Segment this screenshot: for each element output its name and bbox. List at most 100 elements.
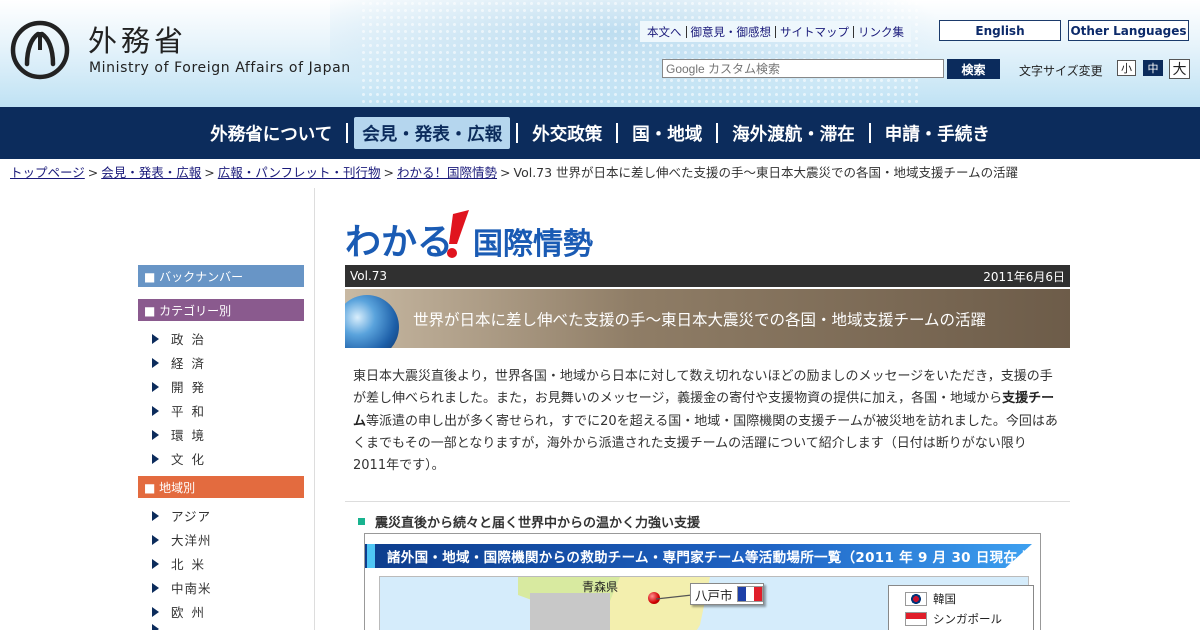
nav-foreign-policy[interactable]: 外交政策: [524, 117, 610, 149]
font-size-small-button[interactable]: 小: [1117, 60, 1136, 76]
breadcrumb: トップページ > 会見・発表・広報 > 広報・パンフレット・刊行物 > わかる！国際情勢 > V…: [10, 162, 1018, 181]
content-divider: [345, 501, 1070, 502]
link-feedback[interactable]: 御意見・御感想: [687, 24, 776, 40]
mofa-emblem-icon[interactable]: [10, 20, 70, 80]
figure-banner-accent: [367, 544, 375, 568]
font-size-label: 文字サイズ変更: [1019, 64, 1103, 78]
triangle-right-icon: [152, 624, 159, 630]
sidebar-item-label: 北米: [171, 557, 213, 572]
triangle-right-icon: [152, 582, 159, 593]
sidebar-item-label: 中南米: [171, 581, 212, 596]
breadcrumb-separator: >: [204, 165, 215, 180]
breadcrumb-wakaru[interactable]: わかる！国際情勢: [397, 165, 497, 180]
font-size-medium-button[interactable]: 中: [1143, 60, 1163, 76]
support-map-figure[interactable]: 諸外国・地域・国際機関からの救助チーム・専門家チーム等活動場所一覧（2011 年…: [364, 533, 1041, 630]
nav-countries-regions[interactable]: 国・地域: [624, 117, 710, 149]
triangle-right-icon: [152, 357, 159, 368]
france-flag-icon: [736, 586, 763, 602]
sidebar-item-label: 政治: [171, 332, 213, 347]
breadcrumb-publications[interactable]: 広報・パンフレット・刊行物: [218, 165, 381, 180]
sidebar-item-environment[interactable]: 環境: [152, 425, 212, 444]
nav-procedures[interactable]: 申請・手続き: [877, 117, 998, 149]
bullet-square-icon: [358, 518, 365, 525]
japan-map: 青森県 八戸市 韓国 シンガポール: [379, 576, 1034, 630]
nav-separator: [716, 123, 719, 143]
series-title-part1: わかる: [345, 221, 453, 260]
search-button[interactable]: 検索: [947, 59, 1000, 79]
sidebar-item-asia[interactable]: アジア: [152, 506, 211, 525]
triangle-right-icon: [152, 453, 159, 464]
sidebar-item-politics[interactable]: 政治: [152, 329, 212, 348]
english-button[interactable]: English: [939, 20, 1061, 41]
sidebar-item-culture[interactable]: 文化: [152, 449, 212, 468]
sidebar-item-label: 文化: [171, 452, 213, 467]
nav-separator: [516, 123, 519, 143]
site-header: 外務省 Ministry of Foreign Affairs of Japan…: [0, 0, 1200, 107]
singapore-flag-icon: [905, 612, 927, 626]
global-nav: 外務省について 会見・発表・広報 外交政策 国・地域 海外渡航・滞在 申請・手続…: [0, 107, 1200, 159]
intro-text-1: 東日本大震災直後より，世界各国・地域から日本に対して数え切れないほどの励ましのメ…: [353, 369, 1053, 407]
korea-flag-icon: [905, 592, 927, 606]
publish-date: 2011年6月6日: [983, 269, 1065, 284]
breadcrumb-press[interactable]: 会見・発表・広報: [101, 165, 201, 180]
nav-travel-stay[interactable]: 海外渡航・滞在: [724, 117, 863, 149]
sidebar-item-economy[interactable]: 経済: [152, 353, 212, 372]
triangle-right-icon: [152, 558, 159, 569]
breadcrumb-current: Vol.73 世界が日本に差し伸べた支援の手～東日本大震災での各国・地域支援チー…: [513, 165, 1019, 180]
header-world-map: [360, 0, 920, 107]
map-city-name: 八戸市: [695, 587, 733, 603]
intro-text-2: 等派遣の申し出が多く寄せられ，すでに20を超える国・地域・国際機関の支援チームが…: [353, 413, 1058, 474]
map-land-grey: [530, 593, 610, 630]
sidebar-item-latin-america[interactable]: 中南米: [152, 578, 212, 597]
sidebar-back-number[interactable]: ■ バックナンバー: [138, 265, 304, 287]
triangle-right-icon: [152, 405, 159, 416]
triangle-right-icon: [152, 429, 159, 440]
article-title: 世界が日本に差し伸べた支援の手～東日本大震災での各国・地域支援チームの活躍: [413, 310, 987, 329]
sidebar-item-label: 開発: [171, 380, 213, 395]
other-languages-button[interactable]: Other Languages: [1068, 20, 1189, 41]
section-heading: 震災直後から続々と届く世界中からの温かく力強い支援: [358, 512, 700, 531]
link-sitemap[interactable]: サイトマップ: [776, 24, 853, 40]
legend-row: 韓国: [905, 591, 956, 607]
exclamation-icon: [449, 210, 469, 244]
legend-label: 韓国: [933, 592, 956, 606]
volume-bar: Vol.73 2011年6月6日: [345, 265, 1070, 287]
sidebar-item-north-america[interactable]: 北米: [152, 554, 212, 573]
font-size-large-button[interactable]: 大: [1169, 59, 1190, 79]
breadcrumb-separator: >: [383, 165, 394, 180]
nav-separator: [346, 123, 349, 143]
sidebar-item-development[interactable]: 開発: [152, 377, 212, 396]
sidebar-item-partial[interactable]: [152, 624, 171, 630]
series-title-part2: 国際情勢: [473, 228, 593, 260]
search-input[interactable]: [662, 59, 944, 78]
sidebar-item-label: 経済: [171, 356, 213, 371]
triangle-right-icon: [152, 510, 159, 521]
sidebar-region-heading: ■ 地域別: [138, 476, 304, 498]
sidebar-divider: [314, 188, 315, 630]
nav-separator: [616, 123, 619, 143]
triangle-right-icon: [152, 606, 159, 617]
nav-separator: [868, 123, 871, 143]
article-banner: 世界が日本に差し伸べた支援の手～東日本大震災での各国・地域支援チームの活躍: [345, 289, 1070, 348]
wakaru-series-logo: わかる 国際情勢: [345, 210, 593, 260]
triangle-right-icon: [152, 333, 159, 344]
logo-english[interactable]: Ministry of Foreign Affairs of Japan: [89, 60, 351, 76]
logo-japanese[interactable]: 外務省: [88, 18, 187, 60]
sidebar-item-label: アジア: [171, 509, 212, 524]
nav-about-mofa[interactable]: 外務省について: [202, 117, 340, 149]
breadcrumb-top[interactable]: トップページ: [10, 165, 85, 180]
sidebar-item-peace[interactable]: 平和: [152, 401, 212, 420]
triangle-right-icon: [152, 534, 159, 545]
triangle-right-icon: [152, 381, 159, 392]
intro-paragraph: 東日本大震災直後より，世界各国・地域から日本に対して数え切れないほどの励ましのメ…: [353, 366, 1058, 477]
sidebar-item-europe[interactable]: 欧州: [152, 602, 212, 621]
breadcrumb-separator: >: [87, 165, 99, 180]
nav-press[interactable]: 会見・発表・広報: [354, 117, 511, 149]
map-city-label: 八戸市: [690, 583, 764, 605]
link-main-content[interactable]: 本文へ: [643, 24, 686, 40]
breadcrumb-separator: >: [500, 165, 511, 180]
link-links[interactable]: リンク集: [854, 24, 908, 40]
sidebar-item-oceania[interactable]: 大洋州: [152, 530, 212, 549]
volume-number: Vol.73: [350, 269, 388, 283]
sidebar-item-label: 平和: [171, 404, 213, 419]
